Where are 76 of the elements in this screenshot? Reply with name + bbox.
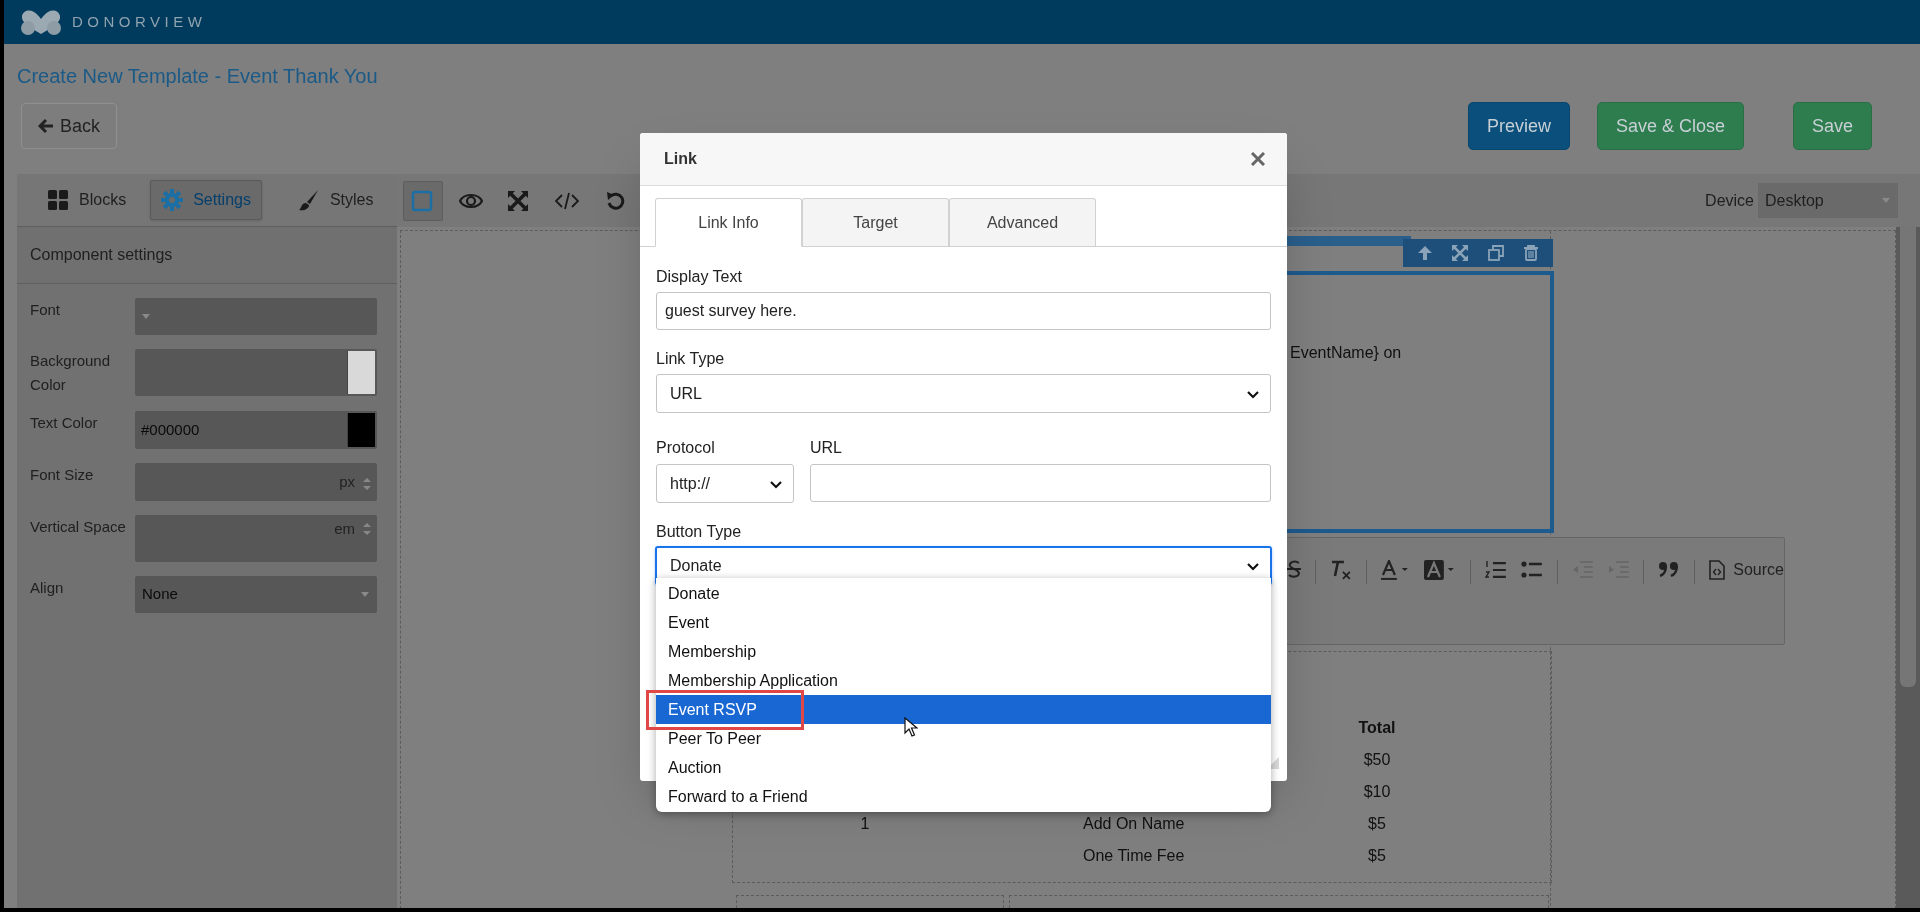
- source-button[interactable]: Source: [1709, 560, 1784, 580]
- table-cell-text: $50: [1363, 750, 1391, 770]
- caret-down-icon: [361, 592, 369, 597]
- select-field[interactable]: URL: [656, 374, 1271, 413]
- color-swatch[interactable]: [347, 413, 375, 447]
- dropdown-option[interactable]: Membership: [656, 637, 1271, 666]
- dropdown-option[interactable]: Auction: [656, 753, 1271, 782]
- expand-icon: [507, 189, 531, 212]
- page-title: Create New Template - Event Thank You: [16, 64, 378, 88]
- stepper-icon: [363, 475, 371, 492]
- dropdown-option[interactable]: Membership Application: [656, 666, 1271, 695]
- device-label: Device: [1705, 190, 1754, 211]
- grid-icon: [47, 189, 69, 211]
- table-cell-text: $10: [1363, 782, 1391, 802]
- numbered-list-icon[interactable]: [1485, 560, 1507, 580]
- field-label: Background Color: [30, 351, 112, 395]
- field-label: Link Type: [656, 349, 725, 369]
- brush-icon: [297, 189, 320, 211]
- table-cell-text: 1: [860, 814, 870, 834]
- body-text: EventName} on: [1290, 343, 1402, 363]
- dropdown-option[interactable]: Peer To Peer: [656, 724, 1271, 753]
- url-input[interactable]: [810, 464, 1271, 502]
- clear-format-icon[interactable]: [1329, 560, 1352, 580]
- field-label: Font Size: [30, 465, 95, 485]
- dropdown-option[interactable]: Event RSVP: [656, 695, 1271, 724]
- logo-text: DONORVIEW: [72, 11, 207, 32]
- field-label: Protocol: [656, 438, 715, 458]
- stepper-icon: [363, 521, 371, 537]
- section-title: Component settings: [30, 245, 173, 265]
- caret-down-icon: [142, 314, 150, 319]
- field-label: Button Type: [656, 522, 742, 542]
- document-code-icon: [1709, 560, 1726, 580]
- field-label: URL: [810, 438, 842, 458]
- table-cell-text: $5: [1368, 846, 1386, 866]
- dialog-tab[interactable]: Advanced: [949, 198, 1096, 246]
- field-label: Font: [30, 300, 61, 320]
- dialog-title: Link: [664, 149, 697, 169]
- panel-tab[interactable]: Styles: [287, 180, 384, 220]
- close-button[interactable]: [1249, 150, 1267, 168]
- quote-icon[interactable]: [1658, 560, 1681, 580]
- color-swatch[interactable]: [347, 351, 375, 394]
- copy-icon[interactable]: [1487, 245, 1504, 261]
- select-field[interactable]: [135, 298, 377, 335]
- dropdown-option[interactable]: Forward to a Friend: [656, 782, 1271, 811]
- field-label: Display Text: [656, 267, 742, 287]
- square-icon: [411, 189, 435, 212]
- color-value: #000000: [140, 419, 201, 440]
- logo-icon: [18, 8, 64, 36]
- back-button[interactable]: Back: [21, 103, 118, 149]
- field-label: Vertical Space: [30, 517, 127, 537]
- scrollbar[interactable]: [1896, 227, 1920, 908]
- table-cell-text: One Time Fee: [1083, 846, 1185, 866]
- bullet-list-icon[interactable]: [1521, 560, 1543, 580]
- field-label: Align: [30, 578, 65, 598]
- dialog-tab[interactable]: Target: [802, 198, 949, 246]
- table-header: Total: [1358, 718, 1396, 738]
- table-cell-text: Add On Name: [1083, 814, 1185, 834]
- field-label: Text Color: [30, 413, 99, 433]
- dropdown-option[interactable]: Event: [656, 608, 1271, 637]
- settings-icon: [161, 189, 184, 211]
- table-cell-text: $5: [1368, 814, 1386, 834]
- preview-button[interactable]: Preview: [1467, 102, 1570, 150]
- arrow-left-icon: [38, 118, 54, 134]
- mouse-pointer-icon: [904, 717, 918, 737]
- arrow-up-icon[interactable]: [1416, 245, 1433, 261]
- panel-tab[interactable]: Blocks: [37, 180, 137, 220]
- strikethrough-icon[interactable]: [1287, 560, 1301, 578]
- dialog-tab[interactable]: Link Info: [655, 198, 802, 247]
- move-icon[interactable]: [1452, 245, 1469, 261]
- text-input[interactable]: guest survey here.: [656, 292, 1271, 330]
- undo-icon: [605, 191, 625, 210]
- caret-down-icon: [1882, 198, 1890, 203]
- color-field[interactable]: [135, 349, 377, 396]
- select-field[interactable]: http://: [656, 464, 794, 503]
- trash-icon[interactable]: [1523, 245, 1540, 261]
- close-icon: [1251, 152, 1265, 166]
